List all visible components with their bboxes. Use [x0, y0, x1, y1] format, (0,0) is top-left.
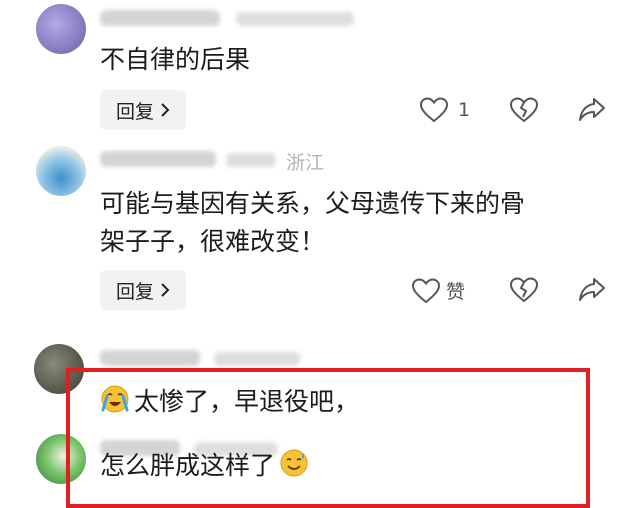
username[interactable]	[100, 10, 220, 26]
chevron-right-icon	[160, 283, 170, 297]
like-button[interactable]: 赞	[412, 277, 465, 304]
like-button[interactable]: 1	[420, 97, 470, 123]
share-button[interactable]	[578, 277, 606, 303]
reply-label: 回复	[115, 280, 154, 303]
reply-label: 回复	[115, 100, 154, 123]
reply-button[interactable]: 回复	[100, 90, 186, 130]
comment-region: 浙江	[286, 152, 325, 174]
like-count: 1	[458, 99, 471, 121]
highlight-box	[66, 368, 590, 508]
dislike-button[interactable]	[510, 97, 538, 123]
comment-text-line-1: 可能与基因有关系，父母遗传下来的骨	[100, 189, 526, 218]
share-arrow-icon	[578, 97, 606, 123]
username[interactable]	[100, 350, 200, 366]
reply-button[interactable]: 回复	[100, 270, 186, 310]
comment-text-line-2: 架子子，很难改变！	[100, 227, 326, 256]
dislike-button[interactable]	[510, 277, 538, 303]
comment-text: 不自律的后果	[100, 45, 251, 74]
heart-icon	[420, 97, 448, 123]
avatar[interactable]	[36, 4, 86, 54]
like-label: 赞	[446, 281, 466, 303]
chevron-right-icon	[160, 103, 170, 117]
comment-meta	[214, 352, 300, 366]
broken-heart-icon	[510, 277, 538, 303]
comment-meta	[226, 153, 276, 167]
username[interactable]	[100, 151, 216, 167]
share-button[interactable]	[578, 97, 606, 123]
avatar[interactable]	[36, 146, 86, 196]
share-arrow-icon	[578, 277, 606, 303]
broken-heart-icon	[510, 97, 538, 123]
comment-meta	[236, 12, 354, 26]
heart-icon	[412, 277, 440, 304]
